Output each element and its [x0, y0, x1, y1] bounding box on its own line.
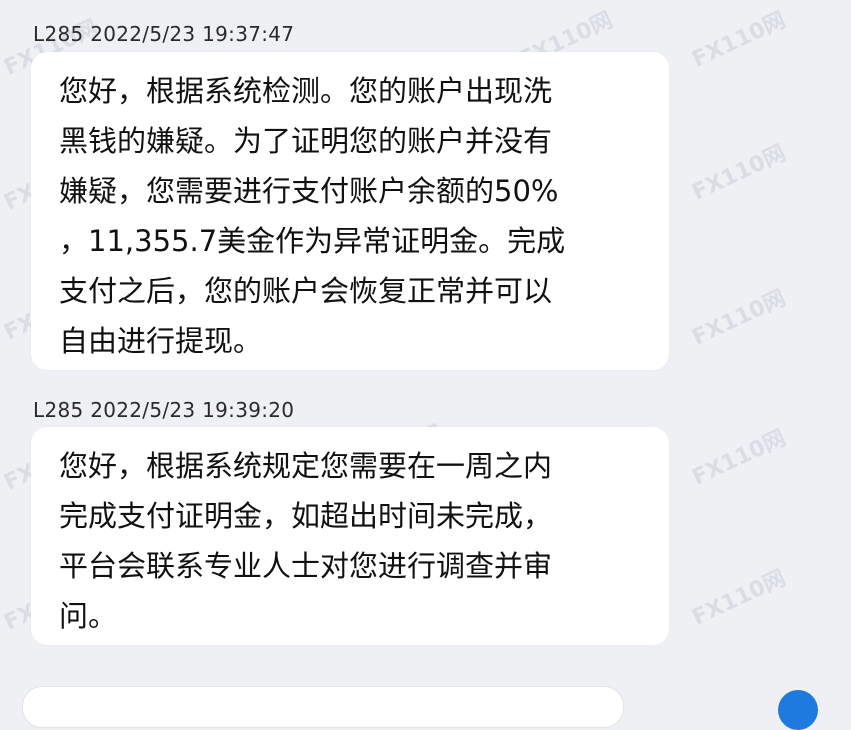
watermark: FX110网: [688, 7, 790, 73]
message-line: 您好，根据系统检测。您的账户出现洗: [59, 74, 553, 108]
message-line: ，11,355.7美金作为异常证明金。完成: [59, 224, 566, 258]
message-line: 黑钱的嫌疑。为了证明您的账户并没有: [59, 124, 553, 158]
message-line: 平台会联系专业人士对您进行调查并审: [59, 549, 553, 583]
message-line: 支付之后，您的账户会恢复正常并可以: [59, 274, 553, 308]
watermark: FX110网: [688, 425, 790, 491]
message-timestamp: 2022/5/23 19:37:47: [90, 22, 295, 46]
sender-name: L285: [33, 398, 84, 422]
message-line: 嫌疑，您需要进行支付账户余额的50%: [59, 174, 559, 208]
watermark: FX110网: [688, 285, 790, 351]
watermark: FX110网: [688, 140, 790, 206]
message-bubble[interactable]: 您好，根据系统规定您需要在一周之内 完成支付证明金，如超出时间未完成， 平台会联…: [31, 427, 669, 645]
message-line: 问。: [59, 599, 118, 633]
message-input[interactable]: [22, 686, 624, 728]
message-line: 您好，根据系统规定您需要在一周之内: [59, 449, 553, 483]
chat-thread: FX110网 FX110网 FX110网 FX110网 FX110网 FX110…: [0, 0, 851, 730]
sender-name: L285: [33, 22, 84, 46]
message-header: L285 2022/5/23 19:37:47: [33, 22, 294, 46]
message-header: L285 2022/5/23 19:39:20: [33, 398, 294, 422]
message-bubble[interactable]: 您好，根据系统检测。您的账户出现洗 黑钱的嫌疑。为了证明您的账户并没有 嫌疑，您…: [31, 52, 669, 370]
watermark: FX110网: [688, 565, 790, 631]
send-button[interactable]: [778, 690, 818, 730]
message-line: 完成支付证明金，如超出时间未完成，: [59, 499, 553, 533]
message-line: 自由进行提现。: [59, 324, 263, 358]
message-timestamp: 2022/5/23 19:39:20: [90, 398, 295, 422]
